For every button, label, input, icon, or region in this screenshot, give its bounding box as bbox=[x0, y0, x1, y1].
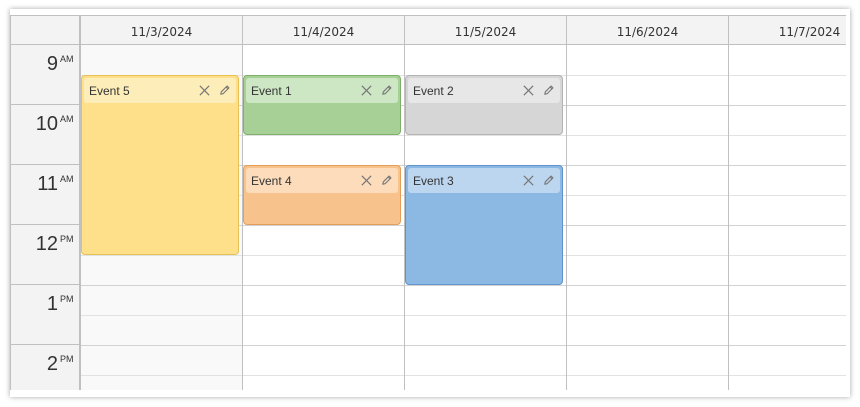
time-slot-label: 9 AM bbox=[11, 45, 80, 105]
slot-line bbox=[567, 75, 728, 76]
event-title: Event 2 bbox=[413, 83, 454, 98]
slot-line bbox=[81, 375, 242, 376]
slot-line bbox=[567, 255, 728, 256]
slot-line bbox=[729, 255, 846, 256]
slot-line bbox=[729, 165, 846, 166]
day-header[interactable]: 11/7/2024 bbox=[728, 16, 846, 45]
header-corner bbox=[10, 15, 80, 45]
event-header-bar[interactable]: Event 5 bbox=[84, 78, 236, 103]
calendar-event[interactable]: Event 3 bbox=[405, 165, 563, 285]
edit-event-icon[interactable] bbox=[378, 83, 394, 99]
hour-number: 10 bbox=[35, 113, 58, 135]
day-header[interactable]: 11/4/2024 bbox=[242, 16, 404, 45]
slot-line bbox=[567, 195, 728, 196]
slot-line bbox=[81, 255, 242, 256]
time-slot-label: 10 AM bbox=[11, 105, 80, 165]
delete-event-icon[interactable] bbox=[358, 173, 374, 189]
hour-number: 12 bbox=[35, 233, 58, 255]
slot-line bbox=[567, 285, 728, 286]
slot-line bbox=[405, 375, 566, 376]
day-column[interactable] bbox=[566, 45, 728, 390]
event-title: Event 1 bbox=[251, 83, 292, 98]
day-header-row: 11/3/2024 11/4/2024 11/5/2024 11/6/2024 11/7… bbox=[80, 15, 846, 45]
edit-event-icon[interactable] bbox=[216, 83, 232, 99]
hour-ampm: PM bbox=[60, 354, 74, 364]
calendar-event[interactable]: Event 1 bbox=[243, 75, 401, 135]
time-column: 9 AM 10 AM 11 AM 12 PM 1 PM 2 PM bbox=[10, 45, 80, 390]
slot-line bbox=[729, 285, 846, 286]
event-header-bar[interactable]: Event 1 bbox=[246, 78, 398, 103]
calendar-event[interactable]: Event 4 bbox=[243, 165, 401, 225]
slot-line bbox=[243, 135, 404, 136]
slot-line bbox=[567, 165, 728, 166]
slot-line bbox=[729, 225, 846, 226]
slot-line bbox=[729, 75, 846, 76]
hour-ampm: PM bbox=[60, 234, 74, 244]
event-title: Event 4 bbox=[251, 173, 292, 188]
hour-ampm: AM bbox=[60, 54, 74, 64]
edit-event-icon[interactable] bbox=[378, 173, 394, 189]
hour-ampm: AM bbox=[60, 114, 74, 124]
day-header[interactable]: 11/5/2024 bbox=[404, 16, 566, 45]
slot-line bbox=[243, 225, 404, 226]
hour-ampm: AM bbox=[60, 174, 74, 184]
hour-number: 9 bbox=[46, 53, 58, 75]
time-slot-label: 12 PM bbox=[11, 225, 80, 285]
slot-line bbox=[405, 135, 566, 136]
slot-line bbox=[729, 195, 846, 196]
edit-event-icon[interactable] bbox=[540, 83, 556, 99]
calendar-grid[interactable]: Event 5 Event 1 Event 4 Event 2 Event 3 bbox=[80, 45, 846, 390]
slot-line bbox=[243, 285, 404, 286]
delete-event-icon[interactable] bbox=[520, 173, 536, 189]
slot-line bbox=[405, 315, 566, 316]
event-header-bar[interactable]: Event 2 bbox=[408, 78, 560, 103]
slot-line bbox=[243, 375, 404, 376]
edit-event-icon[interactable] bbox=[540, 173, 556, 189]
slot-line bbox=[567, 375, 728, 376]
slot-line bbox=[729, 105, 846, 106]
slot-line bbox=[405, 345, 566, 346]
slot-line bbox=[243, 255, 404, 256]
slot-line bbox=[729, 345, 846, 346]
delete-event-icon[interactable] bbox=[196, 83, 212, 99]
time-slot-label: 11 AM bbox=[11, 165, 80, 225]
event-title: Event 5 bbox=[89, 83, 130, 98]
time-slot-label: 1 PM bbox=[11, 285, 80, 345]
hour-ampm: PM bbox=[60, 294, 74, 304]
slot-line bbox=[81, 315, 242, 316]
time-slot-label: 2 PM bbox=[11, 345, 80, 390]
delete-event-icon[interactable] bbox=[520, 83, 536, 99]
slot-line bbox=[567, 315, 728, 316]
hour-number: 1 bbox=[46, 293, 58, 315]
event-title: Event 3 bbox=[413, 173, 454, 188]
slot-line bbox=[567, 225, 728, 226]
hour-number: 2 bbox=[46, 353, 58, 375]
slot-line bbox=[243, 345, 404, 346]
day-header[interactable]: 11/3/2024 bbox=[80, 16, 242, 45]
slot-line bbox=[729, 135, 846, 136]
slot-line bbox=[243, 315, 404, 316]
slot-line bbox=[81, 345, 242, 346]
event-header-bar[interactable]: Event 3 bbox=[408, 168, 560, 193]
slot-line bbox=[567, 345, 728, 346]
slot-line bbox=[405, 285, 566, 286]
hour-number: 11 bbox=[37, 173, 58, 195]
slot-line bbox=[729, 375, 846, 376]
day-header[interactable]: 11/6/2024 bbox=[566, 16, 728, 45]
slot-line bbox=[81, 285, 242, 286]
slot-line bbox=[567, 105, 728, 106]
calendar-event[interactable]: Event 2 bbox=[405, 75, 563, 135]
calendar-event[interactable]: Event 5 bbox=[81, 75, 239, 255]
delete-event-icon[interactable] bbox=[358, 83, 374, 99]
slot-line bbox=[567, 135, 728, 136]
slot-line bbox=[729, 315, 846, 316]
week-calendar: 11/3/2024 11/4/2024 11/5/2024 11/6/2024 11/7… bbox=[10, 15, 846, 390]
day-column[interactable] bbox=[728, 45, 846, 390]
event-header-bar[interactable]: Event 4 bbox=[246, 168, 398, 193]
